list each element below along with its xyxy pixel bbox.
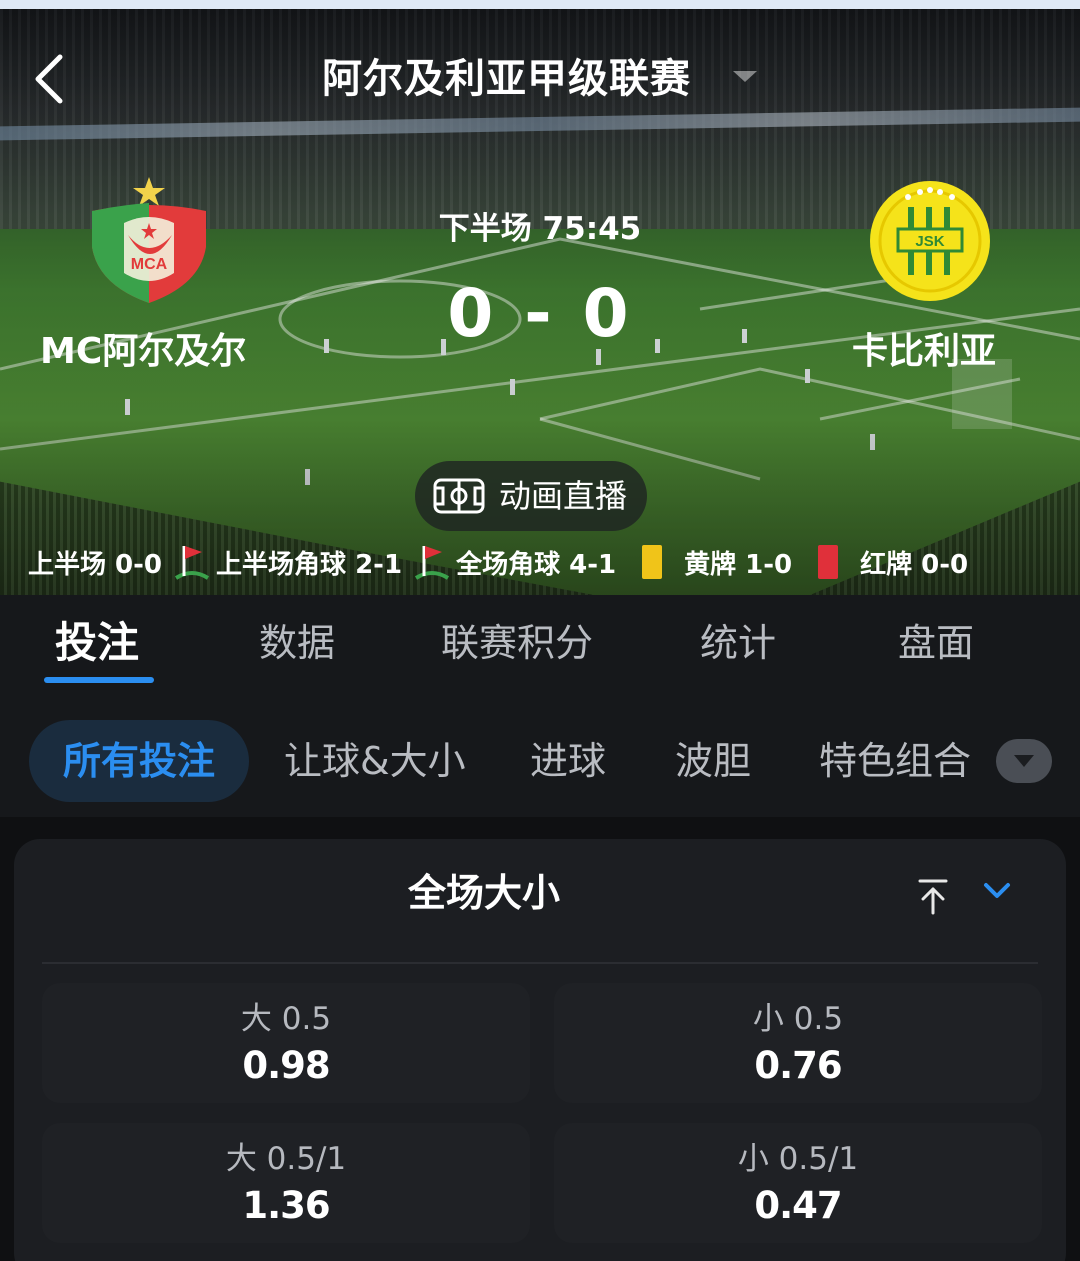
- yellow-card-icon: [642, 545, 663, 579]
- tab-odds-board[interactable]: 盘面: [898, 615, 974, 671]
- match-clock: 下半场 75:45: [438, 211, 642, 247]
- chevron-down-icon[interactable]: [733, 71, 757, 82]
- tab-data[interactable]: 数据: [259, 615, 335, 671]
- odds-price: 0.47: [754, 1184, 842, 1227]
- more-categories-button[interactable]: [996, 739, 1052, 783]
- red-cards: 红牌 0-0: [860, 549, 969, 580]
- home-team-logo: MCA: [92, 177, 206, 303]
- odds-line: 小 0.5/1: [737, 1141, 859, 1177]
- league-title[interactable]: 阿尔及利亚甲级联赛: [322, 51, 691, 107]
- subtab-correct-score[interactable]: 波胆: [675, 735, 751, 787]
- markets-area: 全场大小 大 0.5 0.98 小 0.5 0.76 大 0.5/1 1.36 …: [0, 817, 1080, 1261]
- away-team-logo: JSK: [870, 181, 990, 301]
- status-strip: [0, 0, 1080, 9]
- animation-live-button[interactable]: 动画直播: [415, 461, 647, 531]
- odds-line: 小 0.5: [752, 1001, 844, 1037]
- odds-over-0-5[interactable]: 大 0.5 0.98: [42, 983, 530, 1103]
- away-logo-text: JSK: [915, 233, 944, 250]
- odds-line: 大 0.5: [240, 1001, 332, 1037]
- subtab-all-bets[interactable]: 所有投注: [29, 720, 249, 802]
- subtab-special-combos[interactable]: 特色组合: [819, 735, 971, 787]
- home-team-name: MC阿尔及尔: [40, 331, 247, 372]
- match-hero: 阿尔及利亚甲级联赛 MCA MC阿尔及尔 JSK 卡比利亚 下半场 75:45 …: [0, 9, 1080, 595]
- odds-over-0-5-1[interactable]: 大 0.5/1 1.36: [42, 1123, 530, 1243]
- red-card-icon: [818, 545, 839, 579]
- match-stats-bar: 上半场 0-0 上半场角球 2-1 全场角球 4-1 黄牌 1-0 红牌 0-0: [28, 539, 968, 585]
- subtab-handicap-total[interactable]: 让球&大小: [284, 735, 466, 787]
- corner-flag-icon: [415, 546, 450, 580]
- odds-under-0-5[interactable]: 小 0.5 0.76: [554, 983, 1042, 1103]
- corner-flag-icon: [174, 546, 210, 580]
- pin-to-top-icon[interactable]: [916, 877, 950, 917]
- pitch-icon: [433, 478, 485, 514]
- subtab-goals[interactable]: 进球: [530, 735, 606, 787]
- away-team-name: 卡比利亚: [852, 331, 997, 372]
- bet-category-tabs: 所有投注 让球&大小 进球 波胆 特色组合: [0, 707, 1080, 817]
- odds-price: 0.98: [242, 1044, 330, 1087]
- odds-line: 大 0.5/1: [225, 1141, 347, 1177]
- first-half-score: 上半场 0-0: [28, 549, 163, 580]
- odds-under-0-5-1[interactable]: 小 0.5/1 0.47: [554, 1123, 1042, 1243]
- animation-live-label: 动画直播: [499, 477, 628, 515]
- yellow-cards: 黄牌 1-0: [684, 549, 793, 580]
- odds-price: 0.76: [754, 1044, 842, 1087]
- market-card: 全场大小 大 0.5 0.98 小 0.5 0.76 大 0.5/1 1.36 …: [14, 839, 1066, 1261]
- main-tabs: 投注 数据 联赛积分 统计 盘面: [0, 595, 1080, 707]
- first-half-corners: 上半场角球 2-1: [216, 549, 403, 580]
- chevron-down-icon[interactable]: [982, 879, 1012, 905]
- match-score: 0 - 0: [447, 275, 633, 352]
- tab-statistics[interactable]: 统计: [700, 615, 776, 671]
- tab-league-standings[interactable]: 联赛积分: [441, 615, 593, 671]
- market-title: 全场大小: [407, 871, 560, 915]
- active-tab-indicator: [44, 677, 154, 683]
- odds-price: 1.36: [242, 1184, 330, 1227]
- home-logo-text: MCA: [131, 256, 168, 273]
- divider: [42, 962, 1038, 964]
- back-arrow-icon[interactable]: [30, 49, 70, 105]
- tab-bets[interactable]: 投注: [55, 615, 139, 671]
- full-match-corners: 全场角球 4-1: [456, 549, 617, 580]
